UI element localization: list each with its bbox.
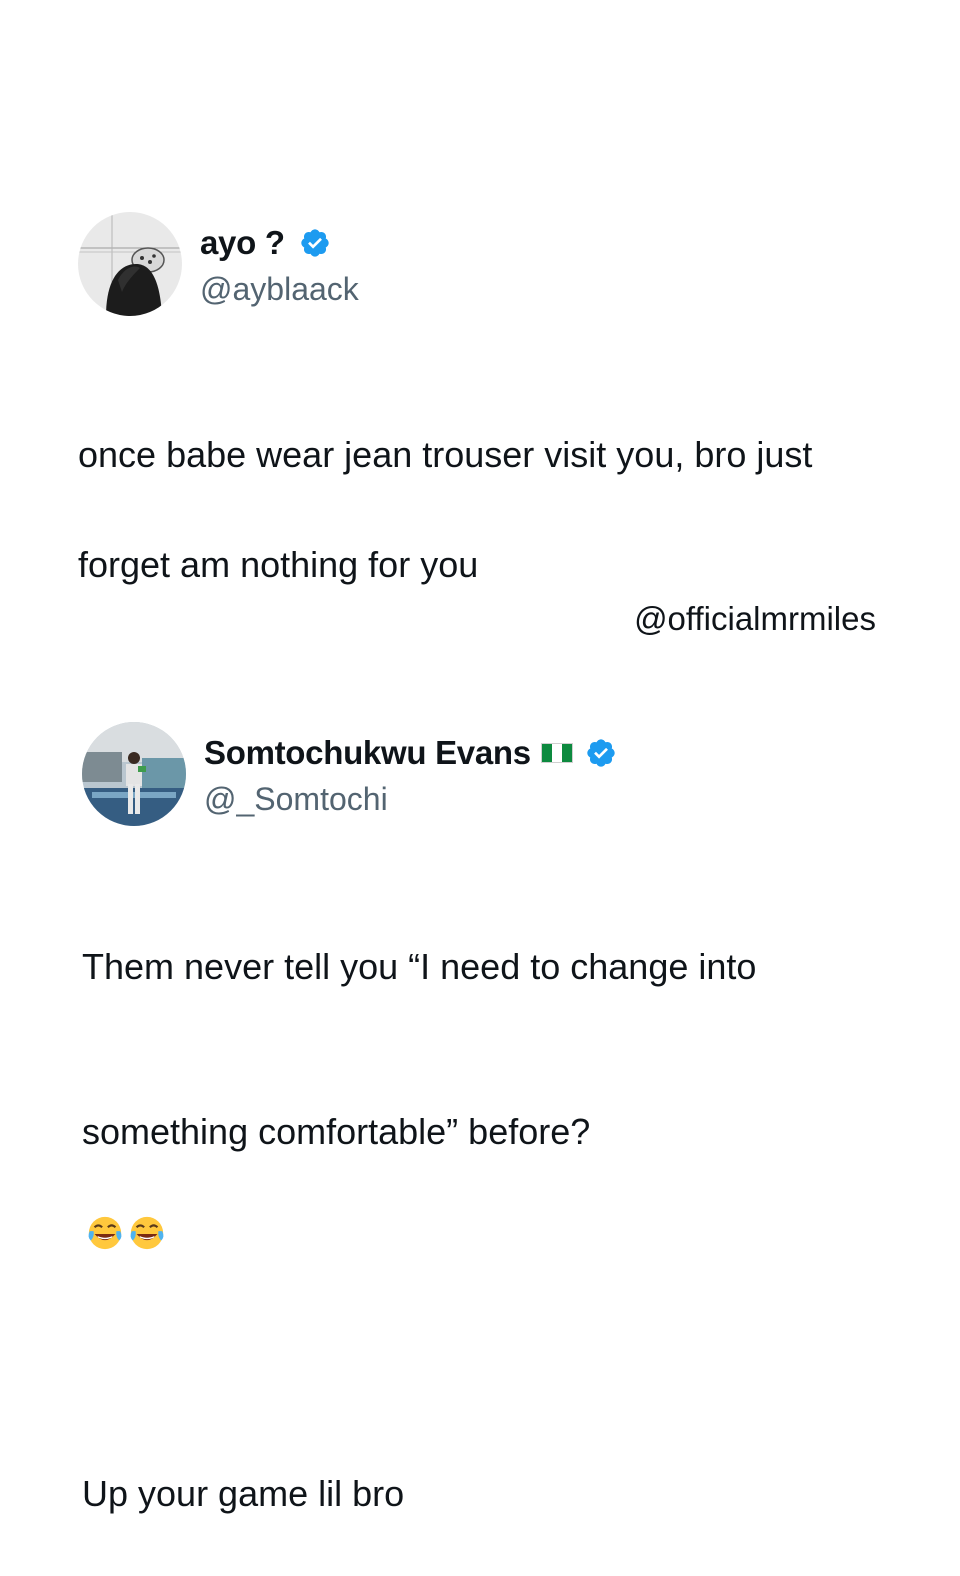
avatar[interactable]	[78, 212, 182, 316]
watermark-handle: @officialmrmiles	[634, 600, 876, 637]
tweet-text-line-with-emoji: something comfortable” before?	[82, 1049, 922, 1301]
handle[interactable]: @_Somtochi	[204, 781, 617, 818]
tweet-text-blank-line	[82, 1356, 922, 1411]
tweet-text-segment: something comfortable” before?	[82, 1111, 591, 1152]
tweet-text-line: once babe wear jean trouser visit you, b…	[78, 434, 813, 475]
display-name[interactable]: Somtochukwu Evans	[204, 734, 531, 772]
author-block: Somtochukwu Evans @_Somtochi	[204, 731, 617, 818]
tweet-header: Somtochukwu Evans @_Somtochi	[82, 722, 617, 826]
name-row: ayo ?	[200, 221, 359, 265]
tweet-text-line: Up your game lil bro	[82, 1473, 405, 1514]
tweet-text-line: Them never tell you “I need to change in…	[82, 946, 757, 987]
face-with-tears-of-joy-icon	[86, 1159, 124, 1250]
display-name[interactable]: ayo ?	[200, 224, 285, 262]
avatar-photo	[78, 212, 182, 316]
nigeria-flag-icon	[540, 742, 573, 763]
avatar[interactable]	[82, 722, 186, 826]
tweet-text: Them never tell you “I need to change in…	[82, 884, 922, 1576]
verified-badge-icon	[585, 737, 617, 769]
tweet-text-line: forget am nothing for you	[78, 544, 479, 585]
author-block: ayo ? @ayblaack	[200, 221, 359, 308]
avatar-photo	[82, 722, 186, 826]
verified-badge-icon	[299, 227, 331, 259]
face-with-tears-of-joy-icon	[128, 1159, 166, 1250]
name-row: Somtochukwu Evans	[204, 731, 617, 775]
handle[interactable]: @ayblaack	[200, 271, 359, 308]
tweet-header: ayo ? @ayblaack	[78, 212, 359, 316]
